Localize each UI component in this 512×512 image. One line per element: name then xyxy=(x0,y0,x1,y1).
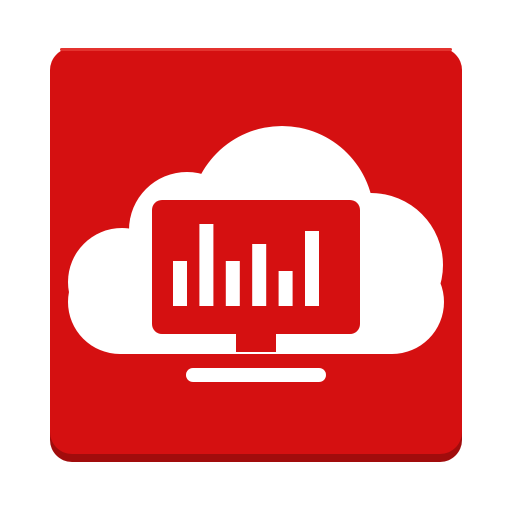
chart-bar xyxy=(225,261,240,306)
chart-bar xyxy=(305,231,319,306)
tile-highlight xyxy=(60,48,452,51)
chart-bar xyxy=(252,244,267,306)
chart-bar xyxy=(199,224,214,306)
app-icon-stage xyxy=(0,0,512,512)
chart-bar xyxy=(173,261,187,306)
chart-bar xyxy=(278,271,293,306)
app-icon[interactable] xyxy=(0,0,512,512)
monitor-neck xyxy=(236,332,276,352)
monitor-base xyxy=(186,368,326,382)
